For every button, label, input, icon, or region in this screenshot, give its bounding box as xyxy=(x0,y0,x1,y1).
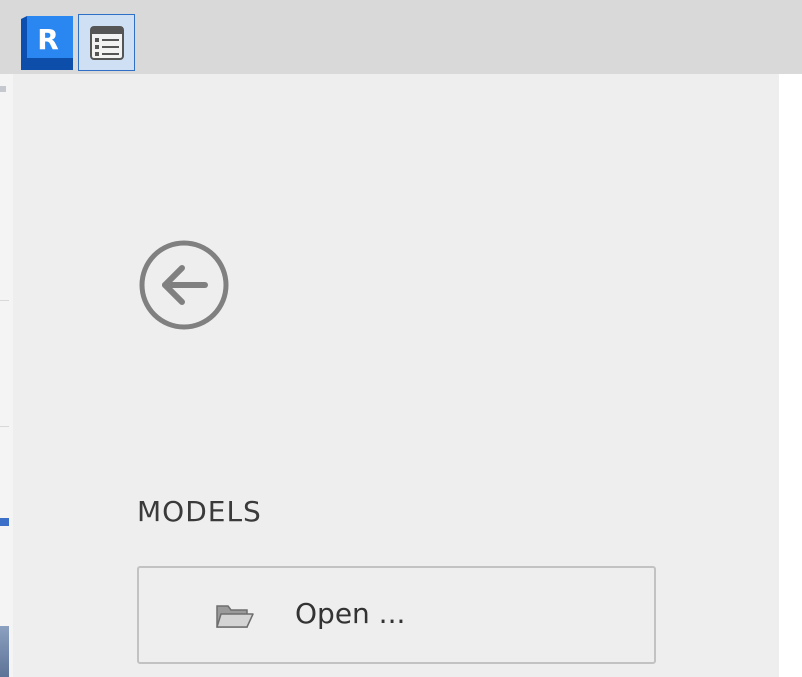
quick-access-button[interactable] xyxy=(78,14,135,71)
models-section-title: MODELS xyxy=(137,495,262,528)
app-logo[interactable]: R xyxy=(21,16,73,70)
edge-thumbnail xyxy=(0,626,9,677)
back-arrow-circle-icon xyxy=(139,240,229,330)
background-window-edge xyxy=(0,74,13,677)
folder-open-icon xyxy=(216,605,254,628)
edge-divider xyxy=(0,300,9,301)
start-panel: MODELS Open ... xyxy=(13,74,779,677)
window-list-icon xyxy=(90,26,124,60)
revit-logo-icon: R xyxy=(21,16,73,70)
edge-divider xyxy=(0,426,9,427)
edge-accent xyxy=(0,518,9,526)
edge-mark xyxy=(0,86,6,92)
open-model-button[interactable]: Open ... xyxy=(137,566,656,664)
back-button[interactable] xyxy=(139,240,229,330)
right-background xyxy=(779,74,802,677)
title-bar: R xyxy=(0,0,802,74)
logo-letter: R xyxy=(37,23,59,56)
open-model-label: Open ... xyxy=(295,597,406,630)
